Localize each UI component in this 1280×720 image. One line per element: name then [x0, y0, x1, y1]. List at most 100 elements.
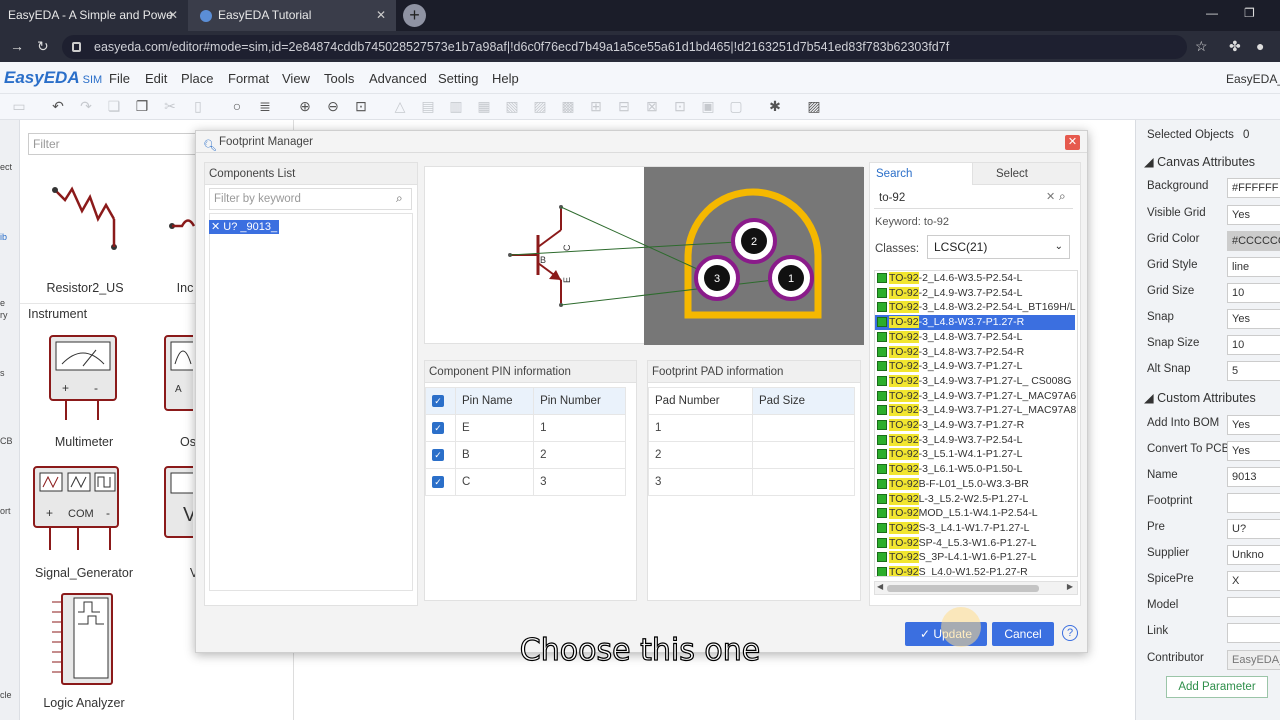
footprint-result-item[interactable]: TO-92-3_L4.9-W3.7-P1.27-L	[875, 359, 1075, 374]
footprint-result-item[interactable]: TO-92-3_L4.9-W3.7-P1.27-L_ CS008G	[875, 374, 1075, 389]
footprint-result-item[interactable]: TO-92-3_L5.1-W4.1-P1.27-L	[875, 447, 1075, 462]
attr-background-input[interactable]: #FFFFFF	[1227, 178, 1280, 198]
new-tab-button[interactable]: +	[403, 4, 426, 27]
attr-add-into-bom-select[interactable]: Yes	[1227, 415, 1280, 435]
footprint-result-item[interactable]: TO-92-2_L4.6-W3.5-P2.54-L	[875, 271, 1075, 286]
bring-front-icon[interactable]: ⊠	[643, 97, 661, 115]
rail-label[interactable]: ib	[0, 232, 7, 242]
distribute-h-icon[interactable]: ⊞	[587, 97, 605, 115]
close-dialog-button[interactable]: ✕	[1065, 135, 1080, 150]
attr-supplier-select[interactable]: Unkno	[1227, 545, 1280, 565]
rail-label[interactable]: cle	[0, 690, 12, 700]
browser-tab-easyeda[interactable]: EasyEDA - A Simple and Powe ✕	[0, 0, 188, 31]
oscilloscope-symbol[interactable]: A	[163, 334, 193, 424]
select-all-checkbox[interactable]: ✓	[425, 387, 456, 415]
rail-label[interactable]: ect	[0, 162, 12, 172]
attr-name-input[interactable]: 9013	[1227, 467, 1280, 487]
attr-grid-size-input[interactable]: 10	[1227, 283, 1280, 303]
clear-search-icon[interactable]: ✕	[1046, 190, 1055, 203]
classes-select[interactable]: LCSC(21) ⌄	[927, 235, 1070, 259]
profile-icon[interactable]: ●	[1256, 38, 1264, 54]
cut-icon[interactable]: ✂	[161, 97, 179, 115]
rail-label[interactable]: ort	[0, 506, 11, 516]
scrollbar-thumb[interactable]	[887, 585, 1039, 592]
rail-label[interactable]: CB	[0, 436, 13, 446]
align-middle-icon[interactable]: ▩	[559, 97, 577, 115]
row-checkbox[interactable]: ✓	[425, 441, 456, 469]
reload-icon[interactable]: ↻	[37, 38, 49, 55]
delete-icon[interactable]: ▯	[189, 97, 207, 115]
save-icon[interactable]: ▭	[10, 97, 28, 115]
footprint-result-item[interactable]: TO-92L-3_L5.2-W2.5-P1.27-L	[875, 492, 1075, 507]
user-link[interactable]: EasyEDA_N	[1226, 72, 1280, 86]
group-icon[interactable]: ▣	[699, 97, 717, 115]
component-list-item[interactable]: ✕ U? _9013_	[209, 220, 280, 234]
bookmark-star-icon[interactable]: ☆	[1195, 38, 1208, 55]
footprint-search-input[interactable]: to-92	[874, 187, 1073, 209]
footprint-result-item[interactable]: TO-92SP-4_L5.3-W1.6-P1.27-L	[875, 536, 1075, 551]
rotate-icon[interactable]: △	[391, 97, 409, 115]
align-left-icon[interactable]: ▤	[419, 97, 437, 115]
attr-pre-input[interactable]: U?	[1227, 519, 1280, 539]
find-similar-icon[interactable]: ≣	[256, 97, 274, 115]
menu-edit[interactable]: Edit	[145, 71, 167, 86]
menu-view[interactable]: View	[282, 71, 310, 86]
search-icon[interactable]: ⌕	[396, 191, 403, 206]
library-item-name[interactable]: Logic Analyzer	[34, 696, 134, 710]
find-icon[interactable]: ○	[228, 97, 246, 115]
attr-alt-snap-input[interactable]: 5	[1227, 361, 1280, 381]
attr-grid-color-input[interactable]: #CCCCCC	[1227, 231, 1280, 251]
footprint-result-item[interactable]: TO-92-3_L4.8-W3.7-P2.54-R	[875, 345, 1075, 360]
footprint-result-item[interactable]: TO-92-3_L4.9-W3.7-P1.27-L_MAC97A8	[875, 403, 1076, 418]
duplicate-icon[interactable]: ❐	[133, 97, 151, 115]
menu-place[interactable]: Place	[181, 71, 214, 86]
forward-icon[interactable]: →	[10, 38, 24, 54]
attr-grid-style-select[interactable]: line	[1227, 257, 1280, 277]
attr-convert-to-pcb-select[interactable]: Yes	[1227, 441, 1280, 461]
send-back-icon[interactable]: ⊡	[671, 97, 689, 115]
align-right-icon[interactable]: ▥	[447, 97, 465, 115]
multimeter-symbol[interactable]: + -	[48, 334, 120, 424]
row-checkbox[interactable]: ✓	[425, 468, 456, 496]
resistor-symbol[interactable]	[50, 185, 120, 260]
pin-number-cell[interactable]: 1	[533, 414, 626, 442]
align-center-icon[interactable]: ▨	[531, 97, 549, 115]
tab-select[interactable]: Select	[990, 163, 1028, 185]
footprint-result-item[interactable]: TO-92-3_L4.9-W3.7-P1.27-R	[875, 418, 1075, 433]
ungroup-icon[interactable]: ▢	[727, 97, 745, 115]
attr-snap-size-input[interactable]: 10	[1227, 335, 1280, 355]
attr-visible-grid-select[interactable]: Yes	[1227, 205, 1280, 225]
attr-spicepre-input[interactable]: X	[1227, 571, 1280, 591]
tab-search[interactable]: Search	[870, 163, 973, 185]
align-top-icon[interactable]: ▦	[475, 97, 493, 115]
attr-model-input[interactable]	[1227, 597, 1280, 617]
copy-icon[interactable]: ❏	[105, 97, 123, 115]
library-item-name[interactable]: Multimeter	[44, 435, 124, 449]
rail-label[interactable]: e	[0, 298, 5, 308]
menu-file[interactable]: File	[109, 71, 130, 86]
footprint-result-item[interactable]: TO-92-3_L4.8-W3.2-P2.54-L_BT169H/L	[875, 300, 1076, 315]
menu-advanced[interactable]: Advanced	[369, 71, 427, 86]
redo-icon[interactable]: ↷	[77, 97, 95, 115]
close-tab-icon[interactable]: ✕	[376, 0, 386, 31]
zoom-out-icon[interactable]: ⊖	[324, 97, 342, 115]
footprint-result-item[interactable]: TO-92-3_L6.1-W5.0-P1.50-L	[875, 462, 1075, 477]
search-icon[interactable]: ⌕	[1059, 189, 1066, 204]
menu-help[interactable]: Help	[492, 71, 519, 86]
footprint-result-item[interactable]: TO-92B-F-L01_L5.0-W3.3-BR	[875, 477, 1075, 492]
library-item-name[interactable]: Signal_Generator	[34, 566, 134, 580]
attr-footprint-input[interactable]	[1227, 493, 1280, 513]
rail-label[interactable]: s	[0, 368, 5, 378]
footprint-result-item[interactable]: TO-92S-3_L4.1-W1.7-P1.27-L	[875, 521, 1075, 536]
export-image-icon[interactable]: ▨	[805, 97, 823, 115]
undo-icon[interactable]: ↶	[49, 97, 67, 115]
footprint-result-item[interactable]: TO-92S_L4.0-W1.52-P1.27-R	[875, 565, 1075, 576]
component-filter-input[interactable]: Filter by keyword	[209, 188, 412, 210]
zoom-in-icon[interactable]: ⊕	[296, 97, 314, 115]
close-tab-icon[interactable]: ✕	[168, 0, 178, 31]
pin-number-cell[interactable]: 2	[533, 441, 626, 469]
fit-icon[interactable]: ⊡	[352, 97, 370, 115]
footprint-result-item[interactable]: TO-92-3_L4.9-W3.7-P1.27-L_MAC97A6	[875, 389, 1076, 404]
url-field[interactable]: easyeda.com/editor#mode=sim,id=2e84874cd…	[62, 35, 1187, 59]
scroll-left-icon[interactable]: ◀	[877, 582, 883, 591]
